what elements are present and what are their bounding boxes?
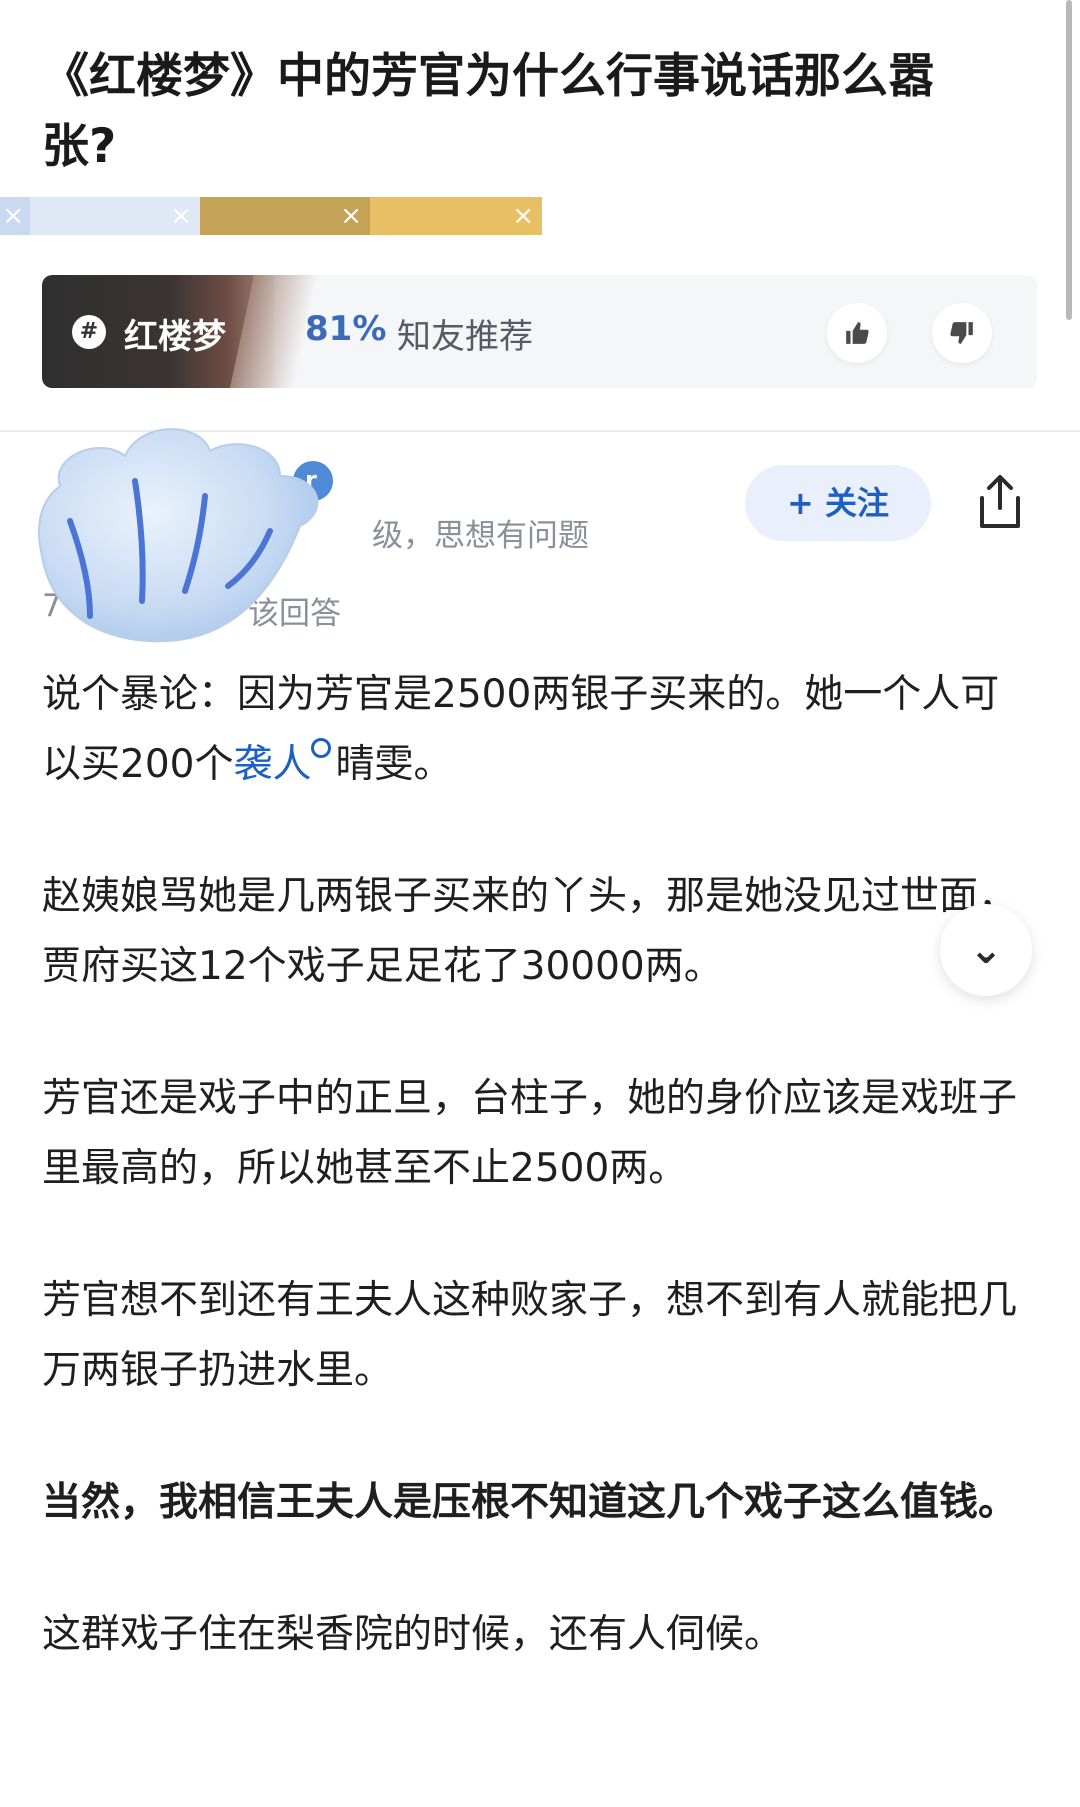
topic-name: 红楼梦 xyxy=(124,317,226,357)
answer-paragraph-6: 这群戏子住在梨香院的时候，还有人伺候。 xyxy=(42,1612,784,1657)
recommend-label: 知友推荐 xyxy=(397,317,533,357)
answer-paragraph-1: 说个暴论：因为芳官是2500两银子买来的。她一个人可以买200个袭人 晴雯。 xyxy=(42,660,1032,800)
answer-paragraph-4: 芳官想不到还有王夫人这种败家子，想不到有人就能把几万两银子扔进水里。 xyxy=(42,1278,1018,1393)
expand-button[interactable]: ⌄ xyxy=(940,904,1032,996)
close-icon[interactable]: × xyxy=(340,202,362,230)
tag-segment-3[interactable]: × xyxy=(200,197,370,235)
tag-strip: × × × × xyxy=(0,197,542,235)
author-meta: 级，思想有问题 xyxy=(372,518,589,554)
scrollbar[interactable] xyxy=(1066,0,1072,320)
share-icon[interactable] xyxy=(972,472,1028,532)
answer-paragraph-5: 当然，我相信王夫人是压根不知道这几个戏子这么值钱。 xyxy=(42,1480,1018,1525)
thumb-down-button[interactable] xyxy=(932,303,992,363)
topic-pill[interactable]: # 红楼梦 xyxy=(42,275,274,388)
paragraph-text: 说个暴论：因为芳官是2500两银子买来的。她一个人可以买200个 xyxy=(42,672,1000,787)
question-title[interactable]: 《红楼梦》中的芳官为什么行事说话那么嚣张? xyxy=(42,42,1002,182)
tag-segment-1[interactable]: × xyxy=(0,197,30,235)
answer-paragraph-2: 赵姨娘骂她是几两银子买来的丫头，那是她没见过世面，贾府买这12个戏子足足花了30… xyxy=(42,874,1018,989)
follow-button[interactable]: + 关注 xyxy=(745,465,931,541)
answer-paragraph-3: 芳官还是戏子中的正旦，台柱子，她的身价应该是戏班子里最高的，所以她甚至不止250… xyxy=(42,1076,1018,1191)
answer-body: 说个暴论：因为芳官是2500两银子买来的。她一个人可以买200个袭人 晴雯。 赵姨… xyxy=(42,660,1032,1732)
avatar-sticker[interactable] xyxy=(30,416,330,656)
close-icon[interactable]: × xyxy=(170,202,192,230)
keyword-link[interactable]: 袭人 xyxy=(233,742,311,787)
thumb-down-icon xyxy=(950,322,973,344)
close-icon[interactable]: × xyxy=(512,202,534,230)
tag-segment-4[interactable]: × xyxy=(370,197,542,235)
thumb-up-icon xyxy=(846,322,869,344)
search-icon[interactable] xyxy=(311,738,332,758)
thumb-up-button[interactable] xyxy=(827,303,887,363)
chevron-down-icon: ⌄ xyxy=(969,927,1003,973)
recommend-percent: 81% xyxy=(305,309,387,349)
topic-card[interactable]: # 红楼梦 81% 知友推荐 xyxy=(42,275,1037,388)
hashtag-icon: # xyxy=(72,315,106,349)
paragraph-text: 晴雯。 xyxy=(335,742,453,787)
close-icon[interactable]: × xyxy=(2,202,24,230)
tag-segment-2[interactable]: × xyxy=(30,197,200,235)
